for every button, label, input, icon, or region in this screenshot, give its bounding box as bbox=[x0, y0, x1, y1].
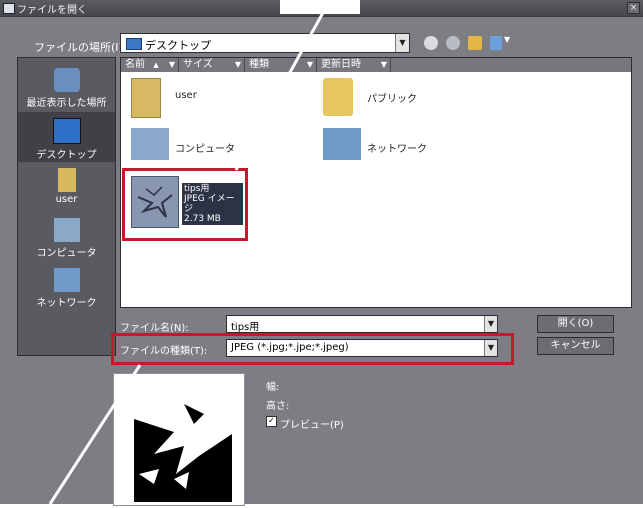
open-file-dialog: ファイルを開く × ファイルの場所(I): デスクトップ ▼ ▼ 最近表示した場… bbox=[0, 0, 643, 506]
callout-lines bbox=[48, 0, 332, 504]
